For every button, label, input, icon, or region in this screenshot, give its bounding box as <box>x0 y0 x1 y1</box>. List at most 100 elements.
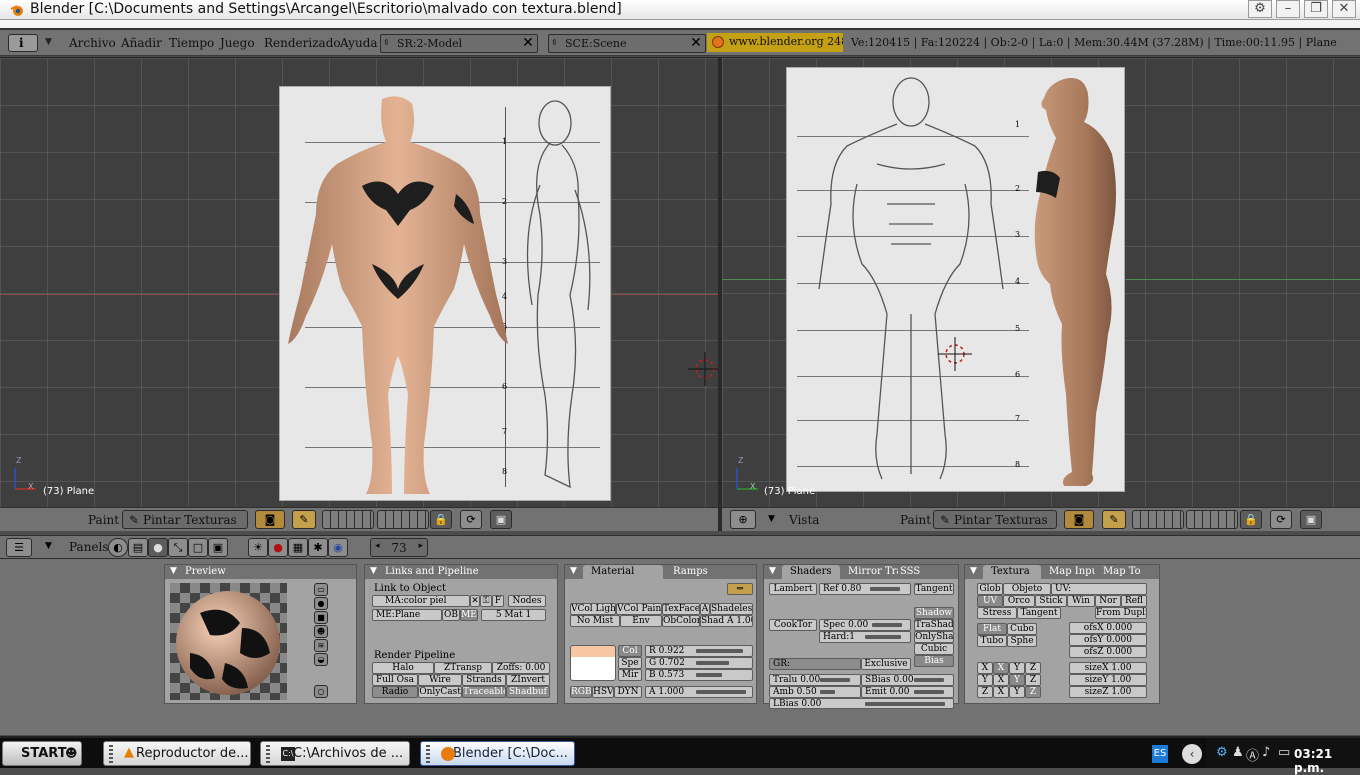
restore-icon[interactable]: ❐ <box>1304 0 1328 18</box>
screen-name[interactable]: SR:2-Model <box>397 37 462 50</box>
orco-button[interactable]: Orco <box>1003 595 1035 607</box>
window-type-button[interactable]: ☰ <box>6 538 32 557</box>
panel-arrange-icon[interactable]: ⇔ <box>727 583 753 595</box>
mesh-name-field[interactable]: ME:Plane <box>372 609 442 621</box>
tralu-slider[interactable]: Tralu 0.00 <box>769 674 861 686</box>
shading-context-icon[interactable]: ● <box>148 538 168 557</box>
settings-icon[interactable]: ⚙ <box>1248 0 1272 18</box>
map-x-x-button[interactable]: X <box>977 662 993 674</box>
sizez-field[interactable]: sizeZ 1.00 <box>1069 686 1147 698</box>
view-menu[interactable]: Vista <box>789 513 819 527</box>
map-z-z-button[interactable]: Z <box>1025 686 1041 698</box>
group-field[interactable]: GR: <box>769 658 861 670</box>
b-slider[interactable]: B 0.573 <box>645 669 753 681</box>
zinvert-button[interactable]: ZInvert <box>506 674 550 686</box>
tab-sss[interactable]: SSS <box>892 565 932 579</box>
preview-monkey-icon[interactable]: ☻ <box>314 625 328 638</box>
onlyshadow-button[interactable]: OnlySha <box>914 631 954 643</box>
tray-collapse-icon[interactable]: ‹ <box>1182 744 1202 764</box>
ref-slider[interactable]: Ref 0.80 <box>819 583 911 595</box>
scene-selector[interactable]: ⇕ SCE:Scene ✕ <box>548 34 706 53</box>
color-swatch[interactable] <box>570 645 616 681</box>
3d-cursor-icon[interactable] <box>688 352 718 386</box>
sizey-field[interactable]: sizeY 1.00 <box>1069 674 1147 686</box>
flat-button[interactable]: Flat <box>977 623 1007 635</box>
traceable-button[interactable]: Traceable <box>462 686 506 698</box>
bias-button[interactable]: Bias <box>914 655 954 667</box>
lbias-slider[interactable]: LBias 0.00 <box>769 698 954 709</box>
menu-ayuda[interactable]: Ayuda <box>340 36 378 50</box>
collapse-icon[interactable]: ▼ <box>970 566 977 576</box>
minimize-icon[interactable]: – <box>1276 0 1300 18</box>
preview-refresh-icon[interactable]: ○ <box>314 685 328 698</box>
tab-ramps[interactable]: Ramps <box>665 565 725 579</box>
panels-menu[interactable]: Panels <box>69 540 109 554</box>
layers-row-1[interactable] <box>1132 510 1184 529</box>
me-button[interactable]: ME <box>460 609 478 621</box>
hard-slider[interactable]: Hard:1 <box>819 631 911 643</box>
world-icon[interactable]: ◉ <box>328 538 348 557</box>
glob-button[interactable]: Glob <box>977 583 1003 595</box>
map-z-x-button[interactable]: X <box>993 686 1009 698</box>
delete-screen-button[interactable]: ✕ <box>519 35 537 52</box>
arrow-left-icon[interactable]: ◂ <box>375 541 380 551</box>
opengl-render-button[interactable]: ⟳ <box>1270 510 1292 529</box>
antivirus-icon[interactable]: Ⓐ <box>1246 745 1259 764</box>
onlycast-button[interactable]: OnlyCast <box>418 686 462 698</box>
shad-a-field[interactable]: Shad A 1.00 <box>700 615 753 627</box>
lamp-icon[interactable]: ☀ <box>248 538 268 557</box>
emit-slider[interactable]: Emit 0.00 <box>861 686 954 698</box>
obcolor-button[interactable]: ObColor <box>662 615 700 627</box>
object-context-icon[interactable]: ⤡ <box>168 538 188 557</box>
map-x-x-button[interactable]: X <box>993 662 1009 674</box>
preview-sphere-icon[interactable]: ● <box>314 597 328 610</box>
shadbuf-button[interactable]: Shadbuf <box>506 686 550 698</box>
layers-row-2[interactable] <box>1186 510 1238 529</box>
menu-renderizado[interactable]: Renderizado <box>264 36 341 50</box>
sphe-button[interactable]: Sphe <box>1007 635 1037 647</box>
chevron-down-icon[interactable]: ▼ <box>45 541 52 551</box>
scene-context-icon[interactable]: ▣ <box>208 538 228 557</box>
material-icon[interactable]: ● <box>268 538 288 557</box>
3d-viewport-front[interactable]: 1 2 3 4 5 6 7 8 Z X (73) Plane <box>0 57 718 507</box>
a-button[interactable]: A <box>700 603 710 615</box>
map-y-none-button[interactable]: Y <box>977 674 993 686</box>
material-name-field[interactable]: MA:color piel <box>372 595 470 607</box>
specular-shader-select[interactable]: CookTor <box>769 619 817 631</box>
mir-button[interactable]: Mir <box>618 669 642 681</box>
map-z-y-button[interactable]: Y <box>1009 686 1025 698</box>
preview-flat-icon[interactable]: ▭ <box>314 583 328 596</box>
menu-anadir[interactable]: Añadir <box>121 36 162 50</box>
uv-button[interactable]: UV <box>977 595 1003 607</box>
uv-layer-field[interactable]: UV: <box>1051 583 1147 595</box>
task-cmd[interactable]: C:\ C:\Archivos de ... <box>260 741 410 766</box>
rgb-button[interactable]: RGB <box>570 686 592 698</box>
radio-button[interactable]: Radio <box>372 686 418 698</box>
menu-juego[interactable]: Juego <box>220 36 255 50</box>
lock-icon[interactable]: 🔒 <box>1240 510 1262 529</box>
alpha-slider[interactable]: A 1.000 <box>645 686 753 698</box>
vcol-light-button[interactable]: VCol Light <box>570 603 616 615</box>
ofsy-field[interactable]: ofsY 0.000 <box>1069 634 1147 646</box>
network-icon[interactable]: ⚙ <box>1216 745 1228 760</box>
delete-scene-button[interactable]: ✕ <box>687 35 705 52</box>
users-icon[interactable]: ♟ <box>1232 745 1244 760</box>
script-context-icon[interactable]: ▤ <box>128 538 148 557</box>
chevron-down-icon[interactable]: ▼ <box>768 514 775 524</box>
arrow-right-icon[interactable]: ▸ <box>418 541 423 551</box>
screen-selector[interactable]: ⇕ SR:2-Model ✕ <box>380 34 538 53</box>
unlink-material-icon[interactable]: ✕ <box>470 595 480 607</box>
layers-row-2[interactable] <box>377 510 429 529</box>
stress-button[interactable]: Stress <box>977 607 1017 619</box>
texture-icon[interactable]: ▦ <box>288 538 308 557</box>
col-button[interactable]: Col <box>618 645 642 657</box>
map-y-z-button[interactable]: Z <box>1025 674 1041 686</box>
task-vlc[interactable]: ▲ Reproductor de... <box>103 741 251 766</box>
collapse-icon[interactable]: ▼ <box>170 566 177 576</box>
refl-button[interactable]: Refl <box>1121 595 1147 607</box>
panel-header[interactable]: ▼ Links and Pipeline <box>365 565 557 579</box>
preview-cube-icon[interactable]: ■ <box>314 611 328 624</box>
radiosity-icon[interactable]: ✱ <box>308 538 328 557</box>
nor-button[interactable]: Nor <box>1095 595 1121 607</box>
speaker-icon[interactable]: ♪ <box>1262 745 1270 760</box>
